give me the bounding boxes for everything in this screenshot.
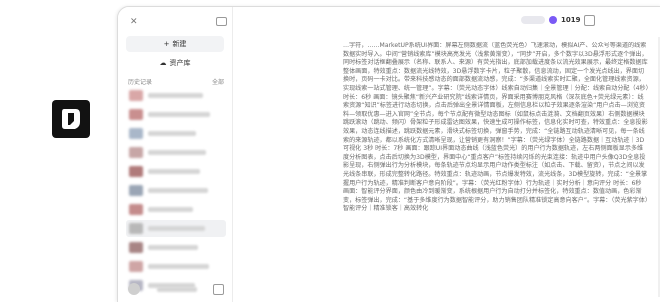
history-list	[126, 87, 226, 296]
new-chat-label: 新建	[172, 40, 187, 48]
history-item[interactable]	[126, 201, 226, 218]
close-icon[interactable]: ✕	[130, 17, 138, 27]
history-item[interactable]	[126, 87, 226, 104]
sidebar: ✕ + 新建 ☁ 资产库 历史记录 全部	[118, 7, 233, 302]
document-body: …字符，……MarketUP系统UI界面：屏幕左侧数据流（蓝色荧光色）飞速滚动，…	[343, 42, 649, 213]
history-thumbnail	[129, 90, 143, 101]
history-thumbnail	[129, 185, 143, 196]
settings-icon[interactable]	[213, 283, 224, 295]
history-thumbnail	[129, 109, 143, 120]
history-thumbnail	[129, 166, 143, 177]
sidebar-footer	[128, 283, 224, 295]
history-thumbnail	[129, 128, 143, 139]
app-logo-icon[interactable]	[52, 100, 90, 138]
history-header: 历史记录 全部	[128, 77, 224, 86]
history-thumbnail	[129, 223, 143, 234]
history-item[interactable]	[126, 258, 226, 275]
history-item[interactable]	[126, 125, 226, 142]
history-item[interactable]	[126, 163, 226, 180]
history-item[interactable]	[126, 106, 226, 123]
history-item[interactable]	[126, 182, 226, 199]
plus-icon: +	[163, 40, 170, 48]
history-thumbnail	[129, 261, 143, 272]
history-item[interactable]	[126, 144, 226, 161]
share-icon[interactable]	[584, 14, 596, 26]
sidebar-toggle-icon[interactable]	[216, 17, 227, 26]
new-chat-button[interactable]: + 新建	[126, 36, 224, 52]
cloud-icon: ☁	[159, 59, 167, 67]
history-title: 历史记录	[128, 79, 153, 86]
coin-icon	[549, 16, 557, 24]
asset-library-label: 资产库	[169, 59, 191, 67]
asset-library-button[interactable]: ☁ 资产库	[126, 55, 224, 71]
credits-badge[interactable]: 1019	[521, 13, 596, 27]
history-thumbnail	[129, 242, 143, 253]
avatar[interactable]	[128, 283, 140, 295]
upgrade-pill[interactable]	[521, 16, 545, 24]
app-window: ✕ + 新建 ☁ 资产库 历史记录 全部 1019 …字符，……MarketUP…	[117, 6, 660, 302]
history-all-link[interactable]: 全部	[212, 77, 224, 86]
history-thumbnail	[129, 204, 143, 215]
main-content: 1019 …字符，……MarketUP系统UI界面：屏幕左侧数据流（蓝色荧光色）…	[233, 7, 660, 302]
history-item-active[interactable]	[126, 220, 226, 237]
history-thumbnail	[129, 147, 143, 158]
history-item[interactable]	[126, 239, 226, 256]
coin-count: 1019	[561, 16, 581, 24]
